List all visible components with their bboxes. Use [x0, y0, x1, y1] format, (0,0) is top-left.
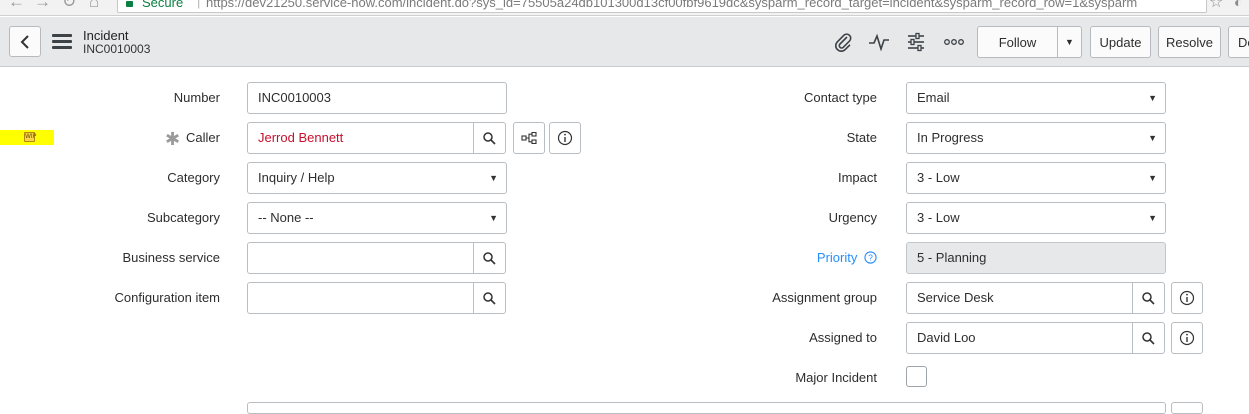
urgency-select[interactable]: 3 - Low ▼ [906, 202, 1166, 234]
url-text[interactable]: https://dev21250.service-now.com/inciden… [206, 0, 1137, 10]
assigned-to-label: Assigned to [809, 330, 877, 345]
configuration-item-value[interactable] [248, 283, 473, 313]
caller-lookup-button[interactable] [473, 123, 505, 153]
browser-toolbar: ← → ↻ ⌂ Secure | https://dev21250.servic… [0, 0, 1249, 16]
business-service-lookup-button[interactable] [473, 243, 505, 273]
short-description-field[interactable] [247, 402, 1166, 414]
subcategory-select[interactable]: -- None -- ▼ [247, 202, 507, 234]
contact-type-select[interactable]: Email ▼ [906, 82, 1166, 114]
business-service-field[interactable] [247, 242, 506, 274]
caret-down-icon: ▼ [489, 173, 498, 183]
update-button[interactable]: Update [1090, 26, 1151, 58]
mandatory-asterisk-icon: ✱ [164, 129, 181, 149]
more-options-icon[interactable] [942, 30, 966, 54]
record-number: INC0010003 [83, 42, 151, 56]
caller-field[interactable]: Jerrod Bennett [247, 122, 506, 154]
info-icon [557, 130, 573, 146]
activity-pulse-icon[interactable] [867, 30, 891, 54]
secure-label: Secure [142, 0, 184, 10]
number-label: Number [173, 90, 220, 105]
paperclip-icon[interactable] [831, 30, 855, 54]
search-icon [1142, 291, 1155, 305]
impact-select[interactable]: 3 - Low ▼ [906, 162, 1166, 194]
back-button[interactable] [9, 26, 41, 57]
contact-type-value: Email [917, 90, 950, 105]
priority-label-link[interactable]: Priority [817, 250, 857, 265]
svg-text:?: ? [868, 253, 873, 263]
record-table-title: Incident [83, 28, 129, 43]
caller-label-text: Caller [186, 130, 220, 145]
caret-down-icon: ▼ [1065, 37, 1074, 47]
search-icon [483, 131, 496, 145]
impact-value: 3 - Low [917, 170, 960, 185]
impact-label: Impact [837, 170, 877, 185]
chevron-left-icon [20, 34, 29, 49]
assignment-group-lookup-button[interactable] [1132, 283, 1164, 313]
info-icon [1179, 290, 1195, 306]
hierarchy-tree-icon [521, 132, 537, 144]
business-service-value[interactable] [248, 243, 473, 273]
search-icon [483, 291, 496, 305]
browser-back-icon[interactable]: ← [8, 0, 25, 10]
configuration-item-field[interactable] [247, 282, 506, 314]
assignment-group-info-button[interactable] [1171, 282, 1203, 314]
assigned-to-lookup-button[interactable] [1132, 323, 1164, 353]
assigned-to-info-button[interactable] [1171, 322, 1203, 354]
bookmark-star-icon[interactable]: ☆ [1209, 0, 1223, 12]
caret-down-icon: ▼ [489, 213, 498, 223]
form-header: Incident INC0010003 Follow ▼ Update Reso… [0, 17, 1249, 67]
category-value: Inquiry / Help [258, 170, 335, 185]
search-icon [1142, 331, 1155, 345]
priority-field: 5 - Planning [906, 242, 1166, 274]
help-question-icon[interactable]: ? [864, 251, 877, 264]
configuration-item-lookup-button[interactable] [473, 283, 505, 313]
lock-icon [126, 1, 133, 7]
contact-type-label: Contact type [804, 90, 877, 105]
business-service-label: Business service [122, 250, 220, 265]
personalize-sliders-icon[interactable] [904, 30, 928, 54]
caller-value[interactable]: Jerrod Bennett [248, 123, 473, 153]
browser-forward-icon[interactable]: → [34, 0, 51, 10]
category-select[interactable]: Inquiry / Help ▼ [247, 162, 507, 194]
address-bar[interactable]: Secure | https://dev21250.service-now.co… [117, 0, 1207, 13]
category-label: Category [167, 170, 220, 185]
caller-tree-button[interactable] [513, 122, 545, 154]
assignment-group-label: Assignment group [772, 290, 877, 305]
browser-reload-icon[interactable]: ↻ [62, 0, 76, 10]
major-incident-label: Major Incident [795, 370, 877, 385]
assignment-group-field[interactable]: Service Desk [906, 282, 1165, 314]
state-select[interactable]: In Progress ▼ [906, 122, 1166, 154]
priority-label: Priority ? [657, 250, 877, 266]
urgency-value: 3 - Low [917, 210, 960, 225]
caret-down-icon: ▼ [1148, 133, 1157, 143]
short-description-suggestion-button[interactable] [1171, 402, 1203, 414]
hamburger-menu-icon[interactable] [52, 34, 72, 50]
configuration-item-label: Configuration item [114, 290, 221, 305]
subcategory-value: -- None -- [258, 210, 314, 225]
follow-dropdown-button[interactable]: ▼ [1057, 26, 1082, 58]
search-icon [483, 251, 496, 265]
number-field[interactable]: INC0010003 [247, 82, 507, 114]
caret-down-icon: ▼ [1148, 173, 1157, 183]
state-label: State [846, 130, 877, 145]
browser-home-icon[interactable]: ⌂ [89, 0, 99, 10]
caller-label: ✱ Caller [0, 129, 220, 149]
caller-info-button[interactable] [549, 122, 581, 154]
caret-down-icon: ▼ [1148, 213, 1157, 223]
assigned-to-field[interactable]: David Loo [906, 322, 1165, 354]
assigned-to-value[interactable]: David Loo [907, 323, 1132, 353]
major-incident-checkbox[interactable] [906, 366, 927, 387]
urgency-label: Urgency [828, 210, 877, 225]
url-separator: | [197, 0, 201, 9]
subcategory-label: Subcategory [147, 210, 220, 225]
caret-down-icon: ▼ [1148, 93, 1157, 103]
extension-icon[interactable]: ◐ [1234, 0, 1242, 10]
info-icon [1179, 330, 1195, 346]
resolve-button[interactable]: Resolve [1158, 26, 1221, 58]
delete-button[interactable]: De [1228, 26, 1249, 58]
state-value: In Progress [917, 130, 984, 145]
assignment-group-value[interactable]: Service Desk [907, 283, 1132, 313]
follow-button[interactable]: Follow [977, 26, 1058, 58]
